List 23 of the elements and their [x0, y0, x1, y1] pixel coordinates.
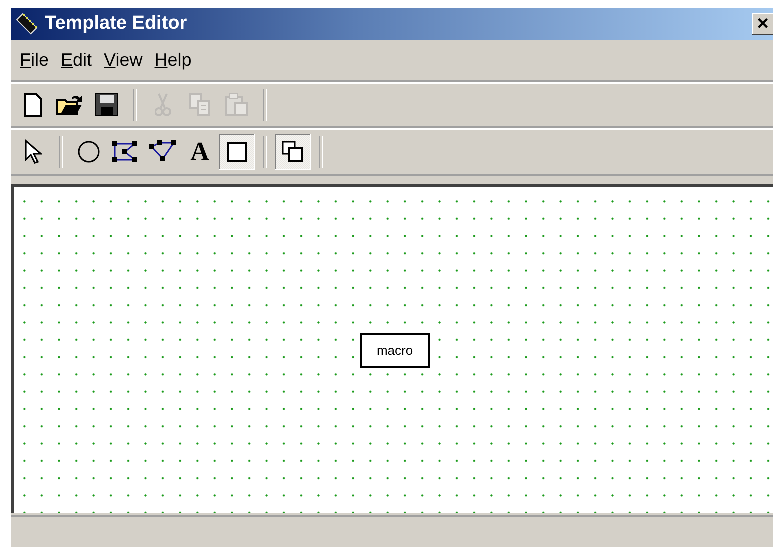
copy-icon: [189, 93, 211, 117]
macro-block[interactable]: macro: [360, 333, 430, 368]
polygon-icon: [112, 140, 140, 164]
menu-item[interactable]: Help: [150, 48, 197, 72]
front-tool-button[interactable]: [275, 134, 311, 170]
rectangle-tool-button[interactable]: [219, 134, 255, 170]
overlapping-squares-icon: [282, 141, 304, 163]
square-icon: [227, 142, 247, 162]
close-button[interactable]: ×: [752, 13, 773, 35]
clipboard-icon: [225, 93, 249, 117]
menu-item[interactable]: File: [15, 48, 54, 72]
polyline-icon: [149, 140, 177, 164]
drawing-canvas[interactable]: macro: [11, 184, 773, 513]
chip-icon: [15, 12, 39, 36]
text-tool-button[interactable]: A: [182, 134, 218, 170]
open-folder-icon: [56, 93, 84, 117]
menu-item[interactable]: View: [99, 48, 148, 72]
arrow-pointer-icon: [24, 139, 42, 165]
scissors-icon: [155, 93, 171, 117]
window-title: Template Editor: [45, 13, 188, 35]
circle-icon: [77, 140, 101, 164]
new-document-icon: [24, 93, 42, 117]
menu-item[interactable]: Edit: [56, 48, 98, 72]
